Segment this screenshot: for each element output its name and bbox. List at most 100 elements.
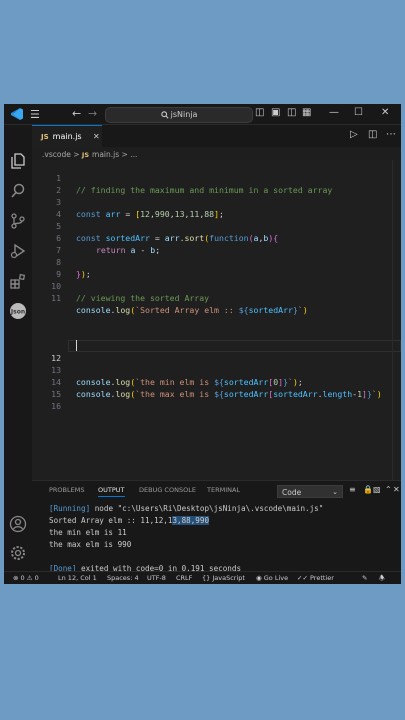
line-number: 11 [51,293,61,303]
output-line: the min elm is 11 [49,528,127,537]
run-code-icon[interactable]: ▷ [350,129,358,140]
output-channel-value: Code [282,488,302,497]
customize-layout-icon[interactable]: ▦ [302,107,311,118]
close-window-icon[interactable]: ✕ [381,107,389,118]
hamburger-menu-icon[interactable]: ☰ [30,108,40,121]
prettier-status[interactable]: ✓✓ Prettier [297,574,334,582]
code-line-current: 12 [32,340,401,363]
identifier: console [76,305,111,315]
problems-status[interactable]: ⊗ 0 ⚠ 0 [13,574,39,582]
code-editor[interactable]: 1 // finding the maximum and minimum in … [32,160,401,480]
go-live-button[interactable]: ◉ Go Live [256,574,288,582]
explorer-icon[interactable] [9,152,27,170]
clear-output-icon[interactable]: ▧ [373,485,381,494]
status-bar: ⊗ 0 ⚠ 0 Ln 12, Col 1 Spaces: 4 UTF-8 CRL… [4,571,401,584]
code-line: 15 [32,376,401,399]
tab-problems[interactable]: PROBLEMS [49,486,84,494]
more-actions-icon[interactable]: ⋯ [386,129,396,140]
warning-icon: ⚠ [26,574,33,582]
lock-scroll-icon[interactable]: 🔒 [363,485,373,494]
language-mode[interactable]: {} JavaScript [202,574,245,582]
tab-main-js[interactable]: JS main.js ✕ [32,125,102,148]
vscode-window: ☰ ← → jsNinja ◫ ▣ ◫ ▦ — ☐ ✕ Json JS main.… [4,104,401,584]
account-icon[interactable] [9,515,27,533]
toggle-primary-sidebar-icon[interactable]: ◫ [255,107,264,118]
back-arrow-icon[interactable]: ← [72,107,81,120]
code-line: 8 }); [32,244,401,279]
running-command: node "c:\Users\Ri\Desktop\jsNinja\.vscod… [90,504,324,513]
code-line: 5 const sortedArr = arr.sort(function(a,… [32,208,401,243]
indentation[interactable]: Spaces: 4 [107,574,139,582]
running-tag: [Running] [49,504,91,513]
filter-list-icon[interactable]: ≡ [349,485,356,494]
bracket: ) [302,305,308,315]
error-icon: ⊗ [13,574,19,582]
search-label: jsNinja [170,110,198,119]
vscode-logo-icon [11,108,23,120]
extensions-icon[interactable] [9,272,27,290]
output-channel-select[interactable]: Code ⌄ [277,485,343,498]
double-check-icon: ✓✓ [297,574,308,582]
output-line: Sorted Array elm :: 11,12,13,88,990 [49,515,210,527]
tab-terminal[interactable]: TERMINAL [207,486,240,494]
code-line: 16 [32,388,401,411]
close-tab-icon[interactable]: ✕ [93,126,100,147]
settings-gear-icon[interactable] [9,544,27,562]
end-of-line[interactable]: CRLF [176,574,192,582]
error-count: 0 [20,574,25,582]
code-line: 4 [32,196,401,219]
command-center-search[interactable]: jsNinja [105,107,253,123]
close-panel-icon[interactable]: ✕ [393,485,400,494]
maximize-icon[interactable]: ☐ [354,107,363,118]
search-icon [160,110,169,119]
code-line: 3 const arr = [12,990,13,11,88]; [32,184,401,219]
tab-filename: main.js [52,132,82,141]
search-sidebar-icon[interactable] [9,182,27,200]
tab-debug-console[interactable]: DEBUG CONSOLE [139,486,196,494]
code-line: 9 [32,256,401,279]
minimize-icon[interactable]: — [329,107,339,118]
editor-tabs-bar: JS main.js ✕ ▷ ◫ ⋯ [32,125,401,148]
breadcrumb-chevron-icon: > [73,150,80,159]
encoding[interactable]: UTF-8 [147,574,166,582]
run-debug-icon[interactable] [9,242,27,260]
output-line: the max elm is 990 [49,540,132,549]
template-interpolation: ${ [238,305,249,315]
identifier: sortedArr [248,305,293,315]
feedback-icon[interactable]: ✎ [362,574,367,582]
breadcrumb-folder[interactable]: .vscode [42,150,71,159]
source-control-icon[interactable] [9,212,27,230]
code-line: 2 [32,172,401,195]
toggle-panel-icon[interactable]: ▣ [271,107,280,118]
js-file-icon: JS [81,151,90,159]
go-live-label: Go Live [263,574,289,582]
toggle-secondary-sidebar-icon[interactable]: ◫ [287,107,296,118]
line-number: 16 [51,401,61,411]
broadcast-icon: ◉ [256,574,262,582]
output-line: [Running] node "c:\Users\Ri\Desktop\jsNi… [49,503,323,515]
notifications-bell-icon[interactable]: 🕭 [379,574,385,584]
tab-output[interactable]: OUTPUT [98,486,125,497]
code-line: 10 // viewing the sorted Array [32,268,401,303]
cursor-position[interactable]: Ln 12, Col 1 [58,574,97,582]
breadcrumb-more[interactable]: ... [130,150,137,159]
forward-arrow-icon[interactable]: → [88,107,97,120]
code-line: 6 return a - b; [32,220,401,255]
breadcrumb-file[interactable]: main.js [92,150,119,159]
code-line: 7 [32,232,401,255]
code-line: 11 console.log(`Sorted Array elm :: ${so… [32,280,401,315]
braces-icon: {} [202,574,211,582]
maximize-panel-icon[interactable]: ⌃ [385,485,392,494]
code-line: 1 // finding the maximum and minimum in … [32,160,401,195]
json-extension-icon[interactable]: Json [9,302,27,320]
editor-scrollbar[interactable] [392,160,401,480]
warning-count: 0 [34,574,39,582]
code-line: 13 console.log(`the min elm is ${sortedA… [32,352,401,387]
bottom-panel: PROBLEMS OUTPUT DEBUG CONSOLE TERMINAL C… [32,480,401,573]
svg-text:Json: Json [10,309,25,316]
js-file-icon: JS [41,133,49,141]
prettier-label: Prettier [309,574,334,582]
title-bar: ☰ ← → jsNinja ◫ ▣ ◫ ▦ — ☐ ✕ [4,104,401,125]
code-line: 14 console.log(`the max elm is ${sortedA… [32,364,401,399]
split-editor-icon[interactable]: ◫ [368,129,377,140]
